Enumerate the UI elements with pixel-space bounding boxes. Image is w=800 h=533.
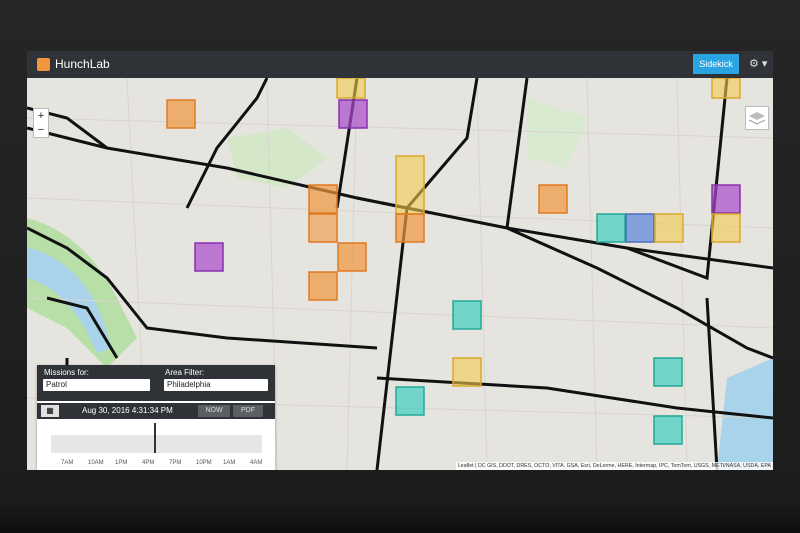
risk-cell bbox=[336, 77, 366, 99]
risk-cell bbox=[596, 213, 626, 243]
map-attribution: Leaflet | DC GIS, DDOT, DRES, OCTO, VITA… bbox=[455, 462, 773, 470]
app-name: HunchLab bbox=[55, 57, 110, 71]
risk-cell bbox=[711, 213, 741, 243]
time-tick-label: 10PM bbox=[196, 460, 212, 466]
settings-gear-icon[interactable]: ⚙ ▾ bbox=[749, 57, 767, 70]
risk-cell bbox=[166, 99, 196, 129]
hunchlab-logo-icon bbox=[37, 58, 50, 71]
risk-cell bbox=[308, 271, 338, 301]
risk-cell bbox=[625, 213, 655, 243]
layers-icon[interactable] bbox=[745, 106, 769, 130]
now-button[interactable]: NOW bbox=[198, 405, 230, 417]
risk-cell bbox=[194, 242, 224, 272]
risk-cell bbox=[452, 357, 482, 387]
area-filter-label: Area Filter: bbox=[165, 368, 205, 377]
risk-cell bbox=[653, 415, 683, 445]
time-tick-label: 10AM bbox=[88, 460, 104, 466]
risk-cell bbox=[395, 155, 425, 215]
date-row: ▦ Aug 30, 2016 4:31:34 PM NOW PDF bbox=[37, 403, 275, 419]
time-slider[interactable] bbox=[51, 435, 262, 453]
risk-cell bbox=[452, 300, 482, 330]
time-tick-label: 1PM bbox=[115, 460, 128, 466]
time-tick-label: 4PM bbox=[142, 460, 155, 466]
zoom-in-button[interactable]: + bbox=[34, 109, 48, 123]
risk-cell bbox=[395, 213, 425, 243]
panel-header: Missions for: Patrol Area Filter: Philad… bbox=[37, 365, 275, 401]
risk-cell bbox=[711, 77, 741, 99]
risk-cell bbox=[653, 357, 683, 387]
risk-cell bbox=[308, 184, 338, 214]
monitor-bottom bbox=[0, 505, 800, 533]
risk-cell bbox=[711, 184, 741, 214]
top-bar: HunchLab Sidekick ⚙ ▾ bbox=[27, 51, 773, 78]
calendar-icon[interactable]: ▦ bbox=[41, 405, 59, 417]
time-tick-label: 7PM bbox=[169, 460, 182, 466]
map[interactable]: + − Missions for: Patrol Area Filter: Ph… bbox=[27, 77, 773, 470]
risk-cell bbox=[308, 213, 338, 243]
risk-cell bbox=[538, 184, 568, 214]
zoom-out-button[interactable]: − bbox=[34, 123, 48, 137]
pdf-button[interactable]: PDF bbox=[233, 405, 263, 417]
time-tick-label: 4AM bbox=[250, 460, 263, 466]
risk-cell bbox=[395, 386, 425, 416]
risk-cell bbox=[337, 242, 367, 272]
missions-select[interactable]: Patrol bbox=[43, 379, 150, 391]
time-tick-label: 7AM bbox=[61, 460, 74, 466]
time-tick-label: 1AM bbox=[223, 460, 236, 466]
risk-cell bbox=[654, 213, 684, 243]
missions-label: Missions for: bbox=[44, 368, 89, 377]
risk-cell bbox=[338, 99, 368, 129]
area-filter-select[interactable]: Philadelphia bbox=[164, 379, 268, 391]
sidekick-button[interactable]: Sidekick bbox=[693, 54, 739, 74]
datetime-display: Aug 30, 2016 4:31:34 PM bbox=[82, 406, 173, 415]
zoom-control: + − bbox=[33, 108, 49, 138]
missions-panel: Missions for: Patrol Area Filter: Philad… bbox=[37, 365, 275, 470]
time-slider-handle[interactable] bbox=[154, 423, 157, 453]
screen: HunchLab Sidekick ⚙ ▾ + − Missions for: … bbox=[27, 51, 773, 470]
